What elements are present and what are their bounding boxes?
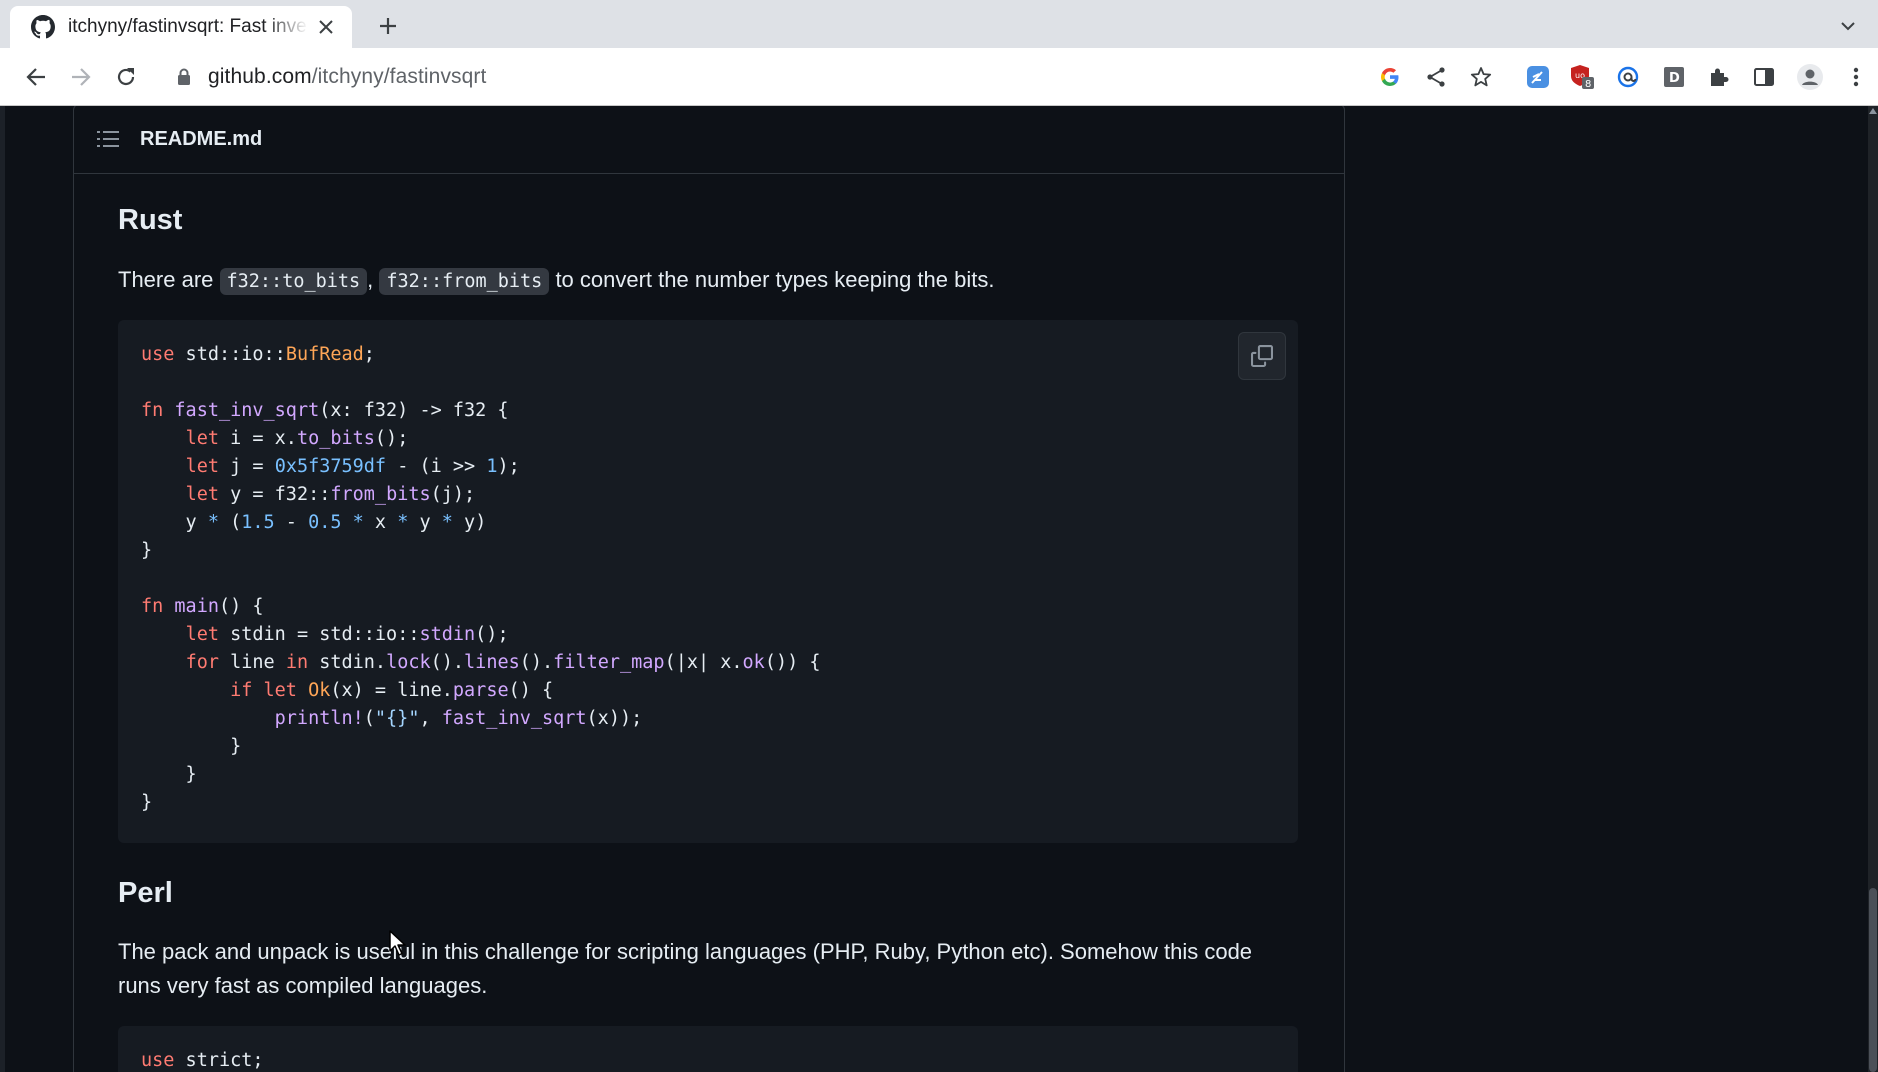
profile-icon[interactable] [1794,61,1826,93]
address-bar[interactable]: github.com/itchyny/fastinvsqrt [160,54,1400,100]
rust-code: use std::io::BufRead; fn fast_inv_sqrt(x… [141,344,821,813]
extension-feather-icon[interactable] [1522,61,1554,93]
close-icon[interactable] [314,15,338,39]
url-host: github.com [208,65,312,88]
tab-strip: itchyny/fastinvsqrt: Fast inverse square… [0,0,1878,48]
share-icon[interactable] [1420,61,1452,93]
rust-desc-text-1: There are [118,267,220,292]
extension-d-icon[interactable]: D [1658,61,1690,93]
list-icon[interactable] [96,127,120,151]
rust-description: There are f32::to_bits, f32::from_bits t… [118,263,1298,299]
github-icon [30,14,56,40]
inline-code-from-bits: f32::from_bits [379,268,550,295]
copy-icon[interactable] [1238,332,1286,380]
ublock-icon[interactable]: uo 8 [1566,61,1598,93]
rust-desc-text-2: , [367,267,380,292]
heading-rust: Rust [118,204,183,236]
chevron-down-icon[interactable] [1834,12,1862,40]
browser-tab[interactable]: itchyny/fastinvsqrt: Fast inverse square… [10,6,352,48]
page-left-edge [0,106,5,1072]
readme-title[interactable]: README.md [140,128,262,151]
scroll-up-arrow-icon[interactable] [1869,108,1877,114]
google-icon[interactable] [1374,61,1406,93]
extension-at-icon[interactable] [1612,61,1644,93]
readme-header: README.md [74,106,1344,174]
heading-perl: Perl [118,877,173,909]
extension-badge: 8 [1585,79,1591,90]
lock-icon[interactable] [174,66,194,88]
url-path: /itchyny/fastinvsqrt [311,65,487,88]
perl-code-block: use strict; [118,1026,1298,1072]
star-icon[interactable] [1465,61,1497,93]
page-content: README.md Rust There are f32::to_bits, f… [0,106,1878,1072]
extension-d-label: D [1669,71,1680,86]
back-arrow-icon[interactable] [20,61,52,93]
mouse-cursor-icon [389,930,406,956]
kebab-menu-icon[interactable] [1840,61,1872,93]
inline-code-to-bits: f32::to_bits [219,268,368,295]
perl-code: use strict; [141,1050,264,1071]
perl-description: The pack and unpack is useful in this ch… [118,939,1253,998]
reload-icon[interactable] [110,61,142,93]
page-scrollbar[interactable] [1868,106,1878,1072]
scrollbar-thumb[interactable] [1869,888,1877,1072]
url-text: github.com/itchyny/fastinvsqrt [208,65,486,89]
browser-toolbar: github.com/itchyny/fastinvsqrt uo 8 D [0,48,1878,106]
side-panel-icon[interactable] [1748,61,1780,93]
plus-icon[interactable] [374,12,402,40]
tab-title: itchyny/fastinvsqrt: Fast inverse square… [68,16,308,37]
puzzle-icon[interactable] [1703,61,1735,93]
rust-desc-text-3: to convert the number types keeping the … [549,267,995,292]
rust-code-block: use std::io::BufRead; fn fast_inv_sqrt(x… [118,320,1298,843]
forward-arrow-icon[interactable] [65,61,97,93]
